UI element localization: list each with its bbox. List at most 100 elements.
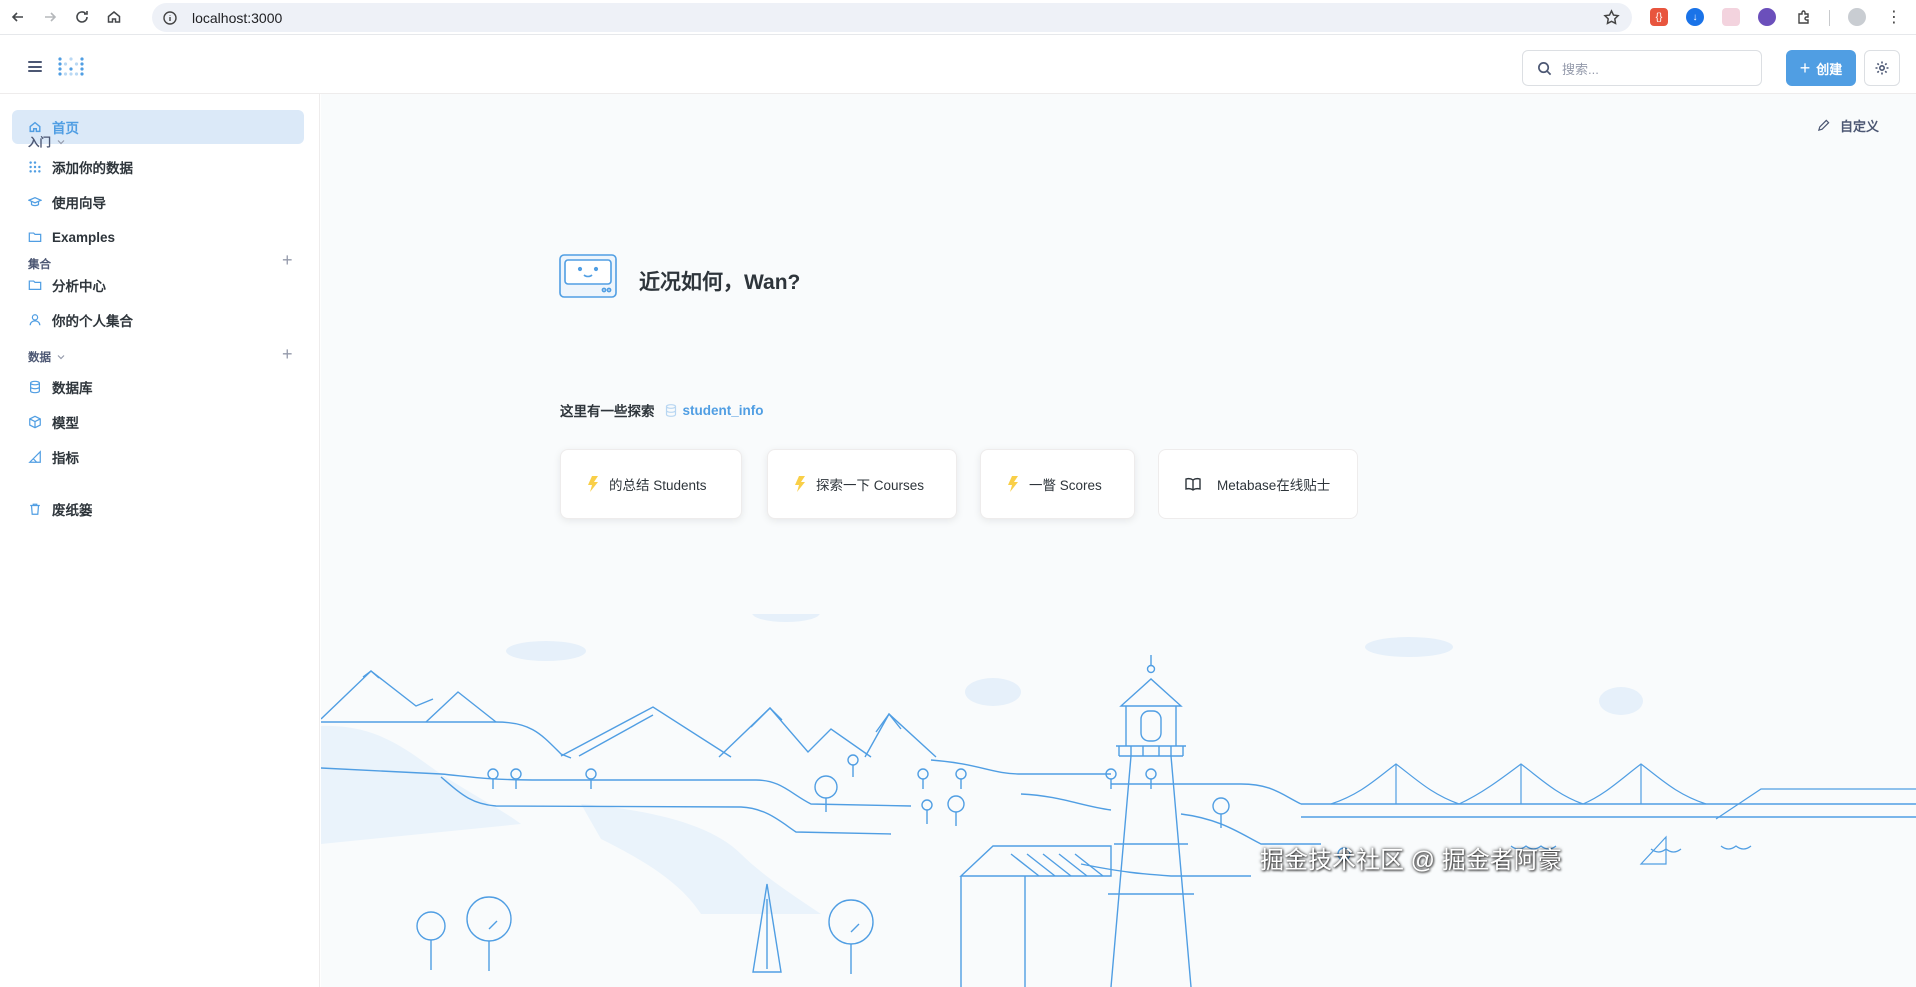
extension-circle-icon[interactable] xyxy=(1758,8,1776,26)
pencil-icon xyxy=(1817,119,1830,132)
back-button[interactable] xyxy=(4,3,32,31)
address-bar[interactable]: localhost:3000 xyxy=(152,3,1632,32)
extension-json-icon[interactable]: {} xyxy=(1650,8,1668,26)
metabase-tips-card[interactable]: Metabase在线贴士 xyxy=(1158,449,1358,519)
add-data-button[interactable]: + xyxy=(282,345,293,363)
section-getting-started[interactable]: 入门 xyxy=(28,134,65,150)
sidebar-item-personal-collection[interactable]: 你的个人集合 xyxy=(12,303,304,337)
person-icon xyxy=(29,314,41,326)
section-title: 数据 xyxy=(28,352,51,364)
section-title: 入门 xyxy=(28,137,51,149)
sidebar-item-analytics[interactable]: 分析中心 xyxy=(12,268,304,302)
sidebar-item-label: 你的个人集合 xyxy=(52,314,133,329)
sidebar-item-databases[interactable]: 数据库 xyxy=(12,370,304,404)
folder-icon xyxy=(28,280,42,290)
trees xyxy=(416,754,1351,974)
grid-dots-icon xyxy=(29,161,41,173)
section-data[interactable]: 数据 xyxy=(28,349,65,365)
folder-icon xyxy=(28,232,42,242)
home-icon xyxy=(29,121,41,133)
lighthouse xyxy=(1108,655,1194,987)
site-info-icon[interactable] xyxy=(162,10,178,26)
book-icon xyxy=(1185,478,1201,491)
metabot-icon xyxy=(559,254,617,298)
sidebar-item-label: 使用向导 xyxy=(52,196,106,211)
sidebar-item-label: 添加你的数据 xyxy=(52,161,133,176)
sidebar-item-examples[interactable]: Examples xyxy=(12,220,304,254)
create-button[interactable]: + 创建 xyxy=(1786,50,1856,86)
suspension-bridge xyxy=(1330,763,1916,820)
database-icon xyxy=(30,380,40,394)
bolt-icon xyxy=(588,476,598,492)
xray-card-scores[interactable]: 一瞥 Scores xyxy=(980,449,1135,519)
explore-label-text: 这里有一些探索 xyxy=(560,404,655,419)
sidebar: 首页 入门 添加你的数据 使用向导 Examples 集合 + 分析中心 你的个… xyxy=(0,94,320,987)
menu-toggle-icon[interactable] xyxy=(28,61,42,72)
create-label: 创建 xyxy=(1816,61,1843,77)
extension-cat-icon[interactable] xyxy=(1722,8,1740,26)
search-placeholder: 搜索... xyxy=(1562,61,1599,77)
trash-icon xyxy=(30,503,40,515)
bookmark-star-icon[interactable] xyxy=(1603,9,1620,26)
sidebar-item-label: 分析中心 xyxy=(52,279,106,294)
gear-icon xyxy=(1875,61,1889,75)
settings-button[interactable] xyxy=(1864,50,1900,86)
reload-icon xyxy=(76,11,88,23)
sidebar-item-label: Examples xyxy=(52,229,116,245)
metric-icon xyxy=(28,450,41,463)
cloud-shapes xyxy=(506,614,1643,715)
watermark-text: 掘金技术社区 @ 掘金者阿豪 xyxy=(1260,847,1562,874)
sidebar-item-label: 数据库 xyxy=(52,381,93,396)
card-label: Metabase在线贴士 xyxy=(1217,478,1331,493)
profile-avatar[interactable] xyxy=(1848,8,1866,26)
plus-icon: + xyxy=(1799,58,1811,78)
card-label: 探索一下 Courses xyxy=(816,478,925,493)
river-shapes xyxy=(321,725,821,914)
explore-heading: 这里有一些探索 student_info xyxy=(560,400,764,420)
add-collection-button[interactable]: + xyxy=(282,251,293,269)
house xyxy=(959,845,1112,987)
sidebar-item-metrics[interactable]: 指标 xyxy=(12,440,304,474)
bolt-icon xyxy=(795,476,805,492)
search-icon xyxy=(1538,61,1552,75)
browser-menu-icon[interactable]: ⋮ xyxy=(1885,8,1903,26)
card-label: 的总结 Students xyxy=(609,478,707,493)
forward-button[interactable] xyxy=(36,3,64,31)
sidebar-item-label: 废纸篓 xyxy=(52,503,93,518)
xray-card-courses[interactable]: 探索一下 Courses xyxy=(767,449,957,519)
customize-label: 自定义 xyxy=(1840,119,1880,134)
greeting-title: 近况如何，Wan? xyxy=(639,271,801,294)
chevron-down-icon xyxy=(57,355,65,360)
sidebar-item-label: 指标 xyxy=(52,451,79,466)
arrow-right-icon xyxy=(45,12,57,22)
app-header: 搜索... + 创建 xyxy=(0,35,1916,94)
browser-toolbar: localhost:3000 {} ↓ ⋮ xyxy=(0,0,1916,35)
xray-card-students[interactable]: 的总结 Students xyxy=(560,449,742,519)
search-input[interactable]: 搜索... xyxy=(1522,50,1762,86)
home-icon xyxy=(107,11,121,23)
metabase-logo-icon[interactable] xyxy=(58,57,84,79)
home-button[interactable] xyxy=(100,3,128,31)
arrow-left-icon xyxy=(11,12,23,22)
extensions-puzzle-icon[interactable] xyxy=(1795,8,1813,26)
chevron-down-icon xyxy=(57,140,65,145)
database-icon xyxy=(665,403,676,417)
url-text: localhost:3000 xyxy=(192,9,283,26)
extension-download-icon[interactable]: ↓ xyxy=(1686,8,1704,26)
sidebar-item-label: 模型 xyxy=(52,416,79,431)
terrain-lines xyxy=(321,721,1916,877)
sidebar-item-guide[interactable]: 使用向导 xyxy=(12,185,304,219)
mountain-outlines xyxy=(321,670,937,758)
card-label: 一瞥 Scores xyxy=(1029,478,1102,493)
sidebar-item-models[interactable]: 模型 xyxy=(12,405,304,439)
cube-icon xyxy=(29,415,41,429)
reload-button[interactable] xyxy=(68,3,96,31)
sidebar-item-add-data[interactable]: 添加你的数据 xyxy=(12,150,304,184)
graduation-cap-icon xyxy=(28,196,42,207)
explore-database-link[interactable]: student_info xyxy=(665,403,764,418)
bolt-icon xyxy=(1008,476,1018,492)
sidebar-item-trash[interactable]: 废纸篓 xyxy=(12,492,304,526)
customize-button[interactable]: 自定义 xyxy=(1817,116,1879,135)
landscape-illustration xyxy=(321,614,1916,987)
explore-db-name: student_info xyxy=(682,402,764,418)
